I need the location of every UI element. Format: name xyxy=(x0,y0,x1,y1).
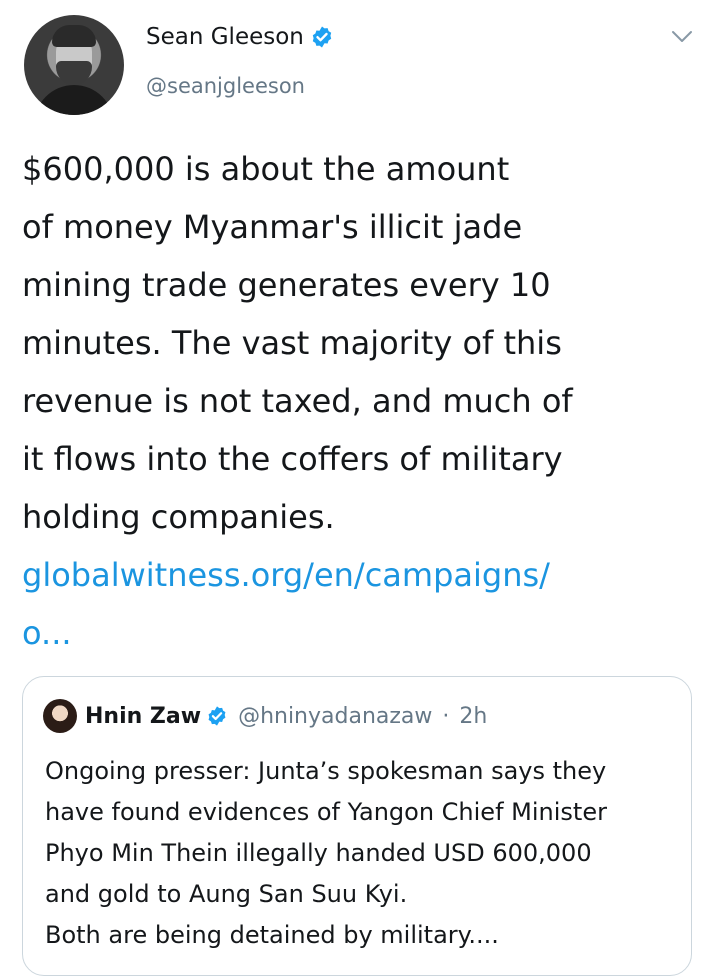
quoted-text-line: Ongoing presser: Junta’s spokesman says … xyxy=(45,757,607,785)
tweet-text-line: it flows into the coffers of military xyxy=(22,440,563,478)
quoted-text-line: Both are being detained by military.... xyxy=(45,921,499,949)
tweet-text-line: minutes. The vast majority of this xyxy=(22,324,562,362)
quoted-author-avatar xyxy=(43,699,77,733)
tweet-link-continued[interactable]: o... xyxy=(22,604,702,662)
tweet-link[interactable]: globalwitness.org/en/campaigns/ xyxy=(22,546,702,604)
tweet-text: $600,000 is about the amount of money My… xyxy=(22,140,702,662)
quoted-tweet-card[interactable]: Hnin Zaw @hninyadanazaw · 2h Ongoing pre… xyxy=(22,676,692,976)
quoted-timestamp: 2h xyxy=(459,703,488,729)
verified-icon xyxy=(312,26,332,48)
quoted-author-handle: @hninyadanazaw xyxy=(238,703,433,729)
tweet: Sean Gleeson @seanjgleeson $600,000 is a… xyxy=(0,0,716,976)
quoted-text-line: and gold to Aung San Suu Kyi. xyxy=(45,880,408,908)
author-avatar[interactable] xyxy=(24,15,124,115)
author-handle[interactable]: @seanjgleeson xyxy=(146,74,305,98)
author-name-row: Sean Gleeson xyxy=(146,24,334,50)
quoted-text-line: Phyo Min Thein illegally handed USD 600,… xyxy=(45,839,592,867)
quoted-author-name: Hnin Zaw xyxy=(85,703,202,729)
tweet-text-line: $600,000 is about the amount xyxy=(22,150,510,188)
chevron-down-icon[interactable] xyxy=(671,30,693,44)
verified-icon xyxy=(208,706,226,726)
quoted-tweet-text: Ongoing presser: Junta’s spokesman says … xyxy=(45,751,675,956)
tweet-text-line: revenue is not taxed, and much of xyxy=(22,382,573,420)
author-display-name[interactable]: Sean Gleeson xyxy=(146,24,304,50)
avatar-body-shape xyxy=(34,85,114,115)
quoted-tweet-header: Hnin Zaw @hninyadanazaw · 2h xyxy=(43,699,487,733)
tweet-text-line: of money Myanmar's illicit jade xyxy=(22,208,523,246)
tweet-text-line: holding companies. xyxy=(22,498,335,536)
tweet-text-line: mining trade generates every 10 xyxy=(22,266,551,304)
separator-dot: · xyxy=(442,703,450,729)
avatar-beard-shape xyxy=(56,61,92,85)
quoted-text-line: have found evidences of Yangon Chief Min… xyxy=(45,798,607,826)
avatar-hair-shape xyxy=(52,25,96,47)
